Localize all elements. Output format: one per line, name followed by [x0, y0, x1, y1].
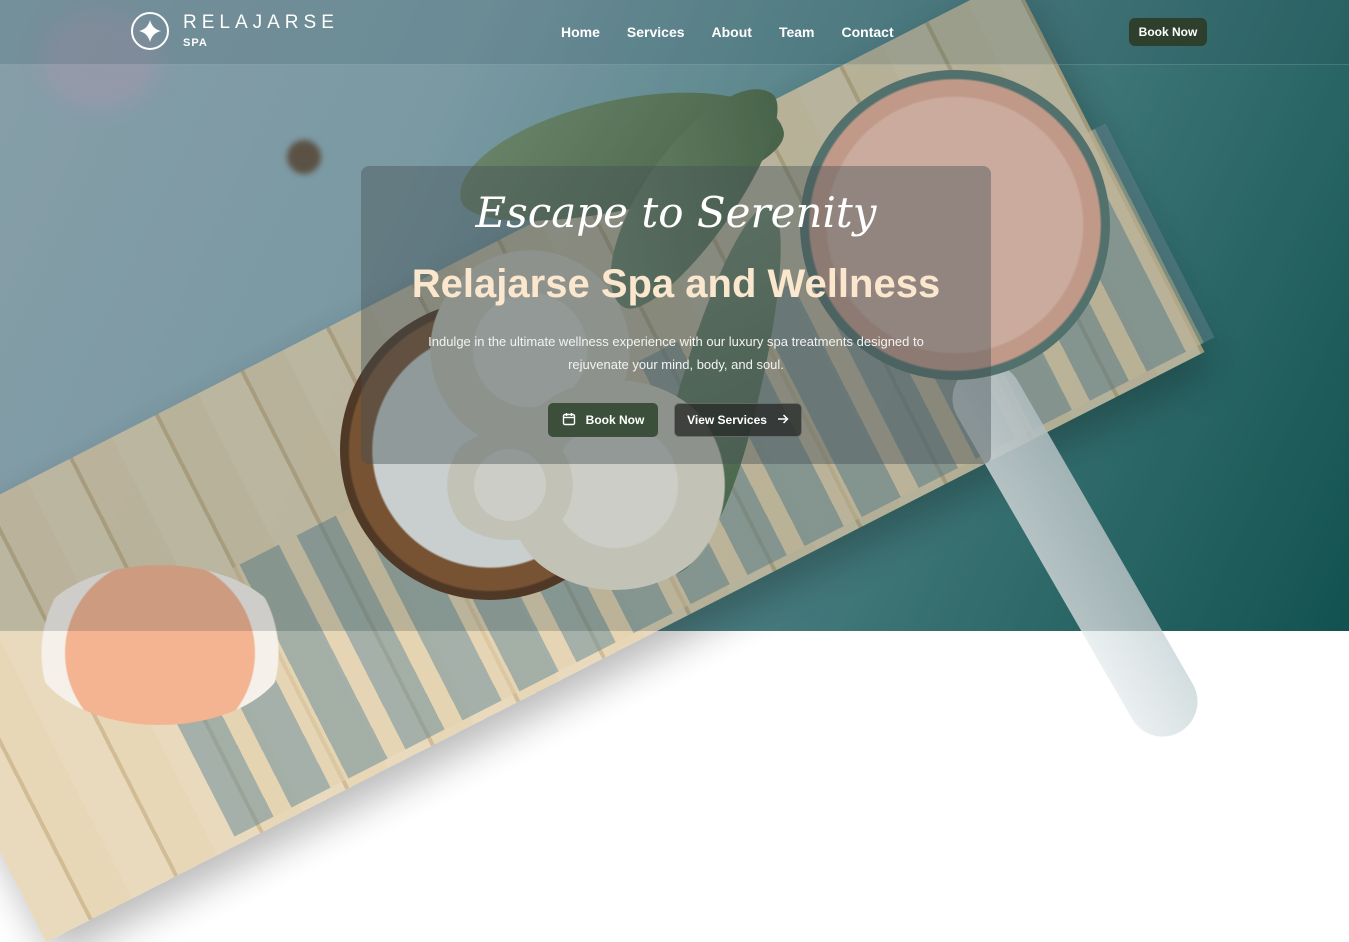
book-now-button[interactable]: Book Now [548, 403, 658, 437]
nav-book-now-button[interactable]: Book Now [1129, 18, 1207, 46]
hero-title: Relajarse Spa and Wellness [411, 262, 941, 306]
hero-tagline: Escape to Serenity [475, 188, 877, 237]
brand-logo[interactable]: RELAJARSE SPA [131, 12, 339, 50]
navbar: RELAJARSE SPA Home Services About Team C… [0, 0, 1349, 65]
brand-subtitle: SPA [183, 37, 208, 49]
nav-link-team[interactable]: Team [779, 24, 815, 40]
nav-link-services[interactable]: Services [627, 24, 685, 40]
nav-link-about[interactable]: About [712, 24, 752, 40]
flower-logo-icon [131, 12, 169, 50]
nav-links: Home Services About Team Contact [561, 24, 894, 40]
calendar-icon [562, 412, 576, 429]
view-services-button[interactable]: View Services [674, 403, 802, 437]
view-services-label: View Services [687, 413, 767, 427]
nav-link-contact[interactable]: Contact [842, 24, 894, 40]
hero-card: Escape to Serenity Relajarse Spa and Wel… [361, 166, 991, 464]
arrow-right-icon [777, 413, 789, 428]
nav-link-home[interactable]: Home [561, 24, 600, 40]
brand-name: RELAJARSE [183, 12, 339, 33]
hero-description: Indulge in the ultimate wellness experie… [428, 334, 924, 372]
book-now-label: Book Now [585, 413, 645, 427]
